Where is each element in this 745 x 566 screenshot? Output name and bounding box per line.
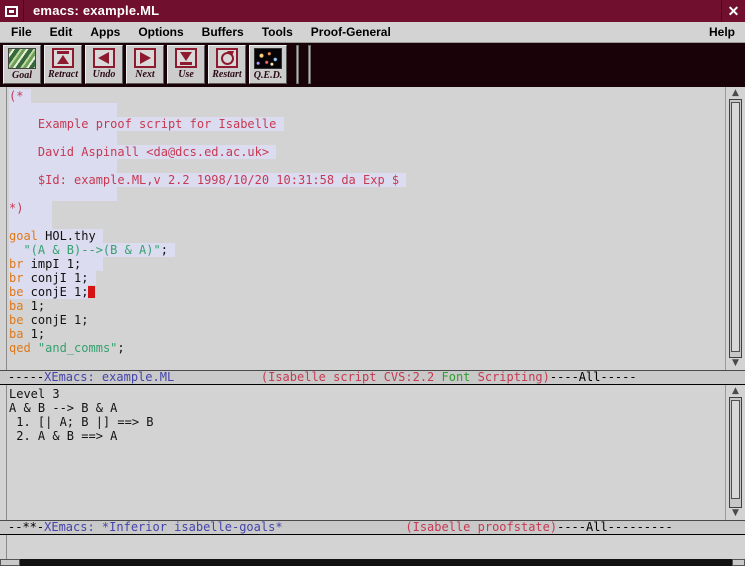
- qed-starry-image-icon: [254, 48, 282, 69]
- toolbar-button-retract[interactable]: Retract: [44, 45, 82, 84]
- script-line[interactable]: [9, 187, 725, 201]
- toolbar-separator: [308, 45, 311, 84]
- next-right-arrow-icon: [134, 48, 156, 68]
- toolbar-button-goal[interactable]: Goal: [3, 45, 41, 84]
- script-line[interactable]: be conjE 1;: [9, 285, 725, 299]
- window-system-menu-icon[interactable]: [0, 0, 24, 22]
- modeline-segment: Font: [442, 370, 471, 384]
- toolbar-button-label: Retract: [48, 69, 78, 81]
- undo-left-arrow-icon: [93, 48, 115, 68]
- goals-line: 2. A & B ==> A: [9, 429, 725, 443]
- toolbar-separator: [296, 45, 299, 84]
- modeline-segment: ----All-----: [550, 370, 637, 384]
- scrollbar-thumb[interactable]: [731, 102, 740, 352]
- toolbar-button-label: Restart: [212, 69, 241, 81]
- window-title: emacs: example.ML: [24, 0, 721, 22]
- menu-item-options[interactable]: Options: [129, 25, 192, 39]
- script-window: (* Example proof script for Isabelle Dav…: [0, 87, 745, 370]
- goals-scrollbar[interactable]: ▲ ▼: [725, 385, 745, 520]
- modeline-script: -----XEmacs: example.ML (Isabelle script…: [0, 370, 745, 385]
- menu-item-tools[interactable]: Tools: [253, 25, 302, 39]
- toolbar-button-restart[interactable]: Restart: [208, 45, 246, 84]
- text-cursor: [88, 286, 95, 298]
- toolbar-button-use[interactable]: Use: [167, 45, 205, 84]
- modeline-segment: -----: [8, 370, 44, 384]
- script-scrollbar[interactable]: ▲ ▼: [725, 87, 745, 370]
- script-line[interactable]: (*: [9, 89, 725, 103]
- resize-grip[interactable]: [0, 559, 20, 566]
- toolbar-button-label: Undo: [93, 69, 116, 81]
- scroll-down-icon[interactable]: ▼: [728, 508, 743, 519]
- menu-item-proof-general[interactable]: Proof-General: [302, 25, 400, 39]
- modeline-segment: [174, 370, 261, 384]
- menu-item-edit[interactable]: Edit: [41, 25, 82, 39]
- toolbar-button-next[interactable]: Next: [126, 45, 164, 84]
- script-line[interactable]: [9, 131, 725, 145]
- script-line[interactable]: David Aspinall <da@dcs.ed.ac.uk>: [9, 145, 725, 159]
- script-line[interactable]: [9, 159, 725, 173]
- menu-item-help[interactable]: Help: [705, 25, 739, 39]
- restart-circle-arrow-icon: [216, 48, 238, 68]
- scroll-down-icon[interactable]: ▼: [728, 358, 743, 369]
- scrollbar-track[interactable]: [729, 99, 742, 358]
- resize-grip[interactable]: [732, 559, 745, 566]
- modeline-segment: XEmacs: *Inferior isabelle-goals*: [44, 520, 282, 534]
- toolbar-button-label: Goal: [12, 70, 32, 82]
- menu-item-file[interactable]: File: [2, 25, 41, 39]
- retract-up-arrow-icon: [52, 48, 74, 68]
- goal-script-image-icon: [8, 48, 36, 69]
- script-line[interactable]: qed "and_comms";: [9, 341, 725, 355]
- toolbar-button-q-e-d[interactable]: Q.E.D.: [249, 45, 287, 84]
- toolbar-button-label: Q.E.D.: [254, 70, 283, 82]
- toolbar-buttons: Goal Retract Undo Next Use Restart Q.E.D.: [3, 45, 287, 84]
- script-line[interactable]: br conjI 1;: [9, 271, 725, 285]
- goals-buffer-text[interactable]: Level 3A & B --> B & A 1. [| A; B |] ==>…: [7, 385, 725, 520]
- left-gutter: [0, 385, 7, 520]
- menu-item-buffers[interactable]: Buffers: [193, 25, 253, 39]
- script-line[interactable]: [9, 103, 725, 117]
- modeline-segment: --**-: [8, 520, 44, 534]
- left-gutter: [0, 87, 7, 370]
- menu-item-apps[interactable]: Apps: [81, 25, 129, 39]
- script-line[interactable]: goal HOL.thy: [9, 229, 725, 243]
- scrollbar-track[interactable]: [729, 397, 742, 508]
- goals-line: Level 3: [9, 387, 725, 401]
- script-line[interactable]: "(A & B)-->(B & A)";: [9, 243, 725, 257]
- script-line[interactable]: [9, 215, 725, 229]
- left-gutter: [0, 535, 7, 559]
- script-line[interactable]: *): [9, 201, 725, 215]
- toolbar-button-undo[interactable]: Undo: [85, 45, 123, 84]
- emacs-frame: emacs: example.ML ✕ FileEditAppsOptionsB…: [0, 0, 745, 566]
- toolbar-button-label: Next: [135, 69, 154, 81]
- toolbar-button-label: Use: [178, 69, 194, 81]
- goals-window: Level 3A & B --> B & A 1. [| A; B |] ==>…: [0, 385, 745, 520]
- modeline-goals: --**-XEmacs: *Inferior isabelle-goals* (…: [0, 520, 745, 535]
- modeline-segment: [283, 520, 406, 534]
- frame-bottom-border: [0, 559, 745, 566]
- script-buffer-text[interactable]: (* Example proof script for Isabelle Dav…: [7, 87, 725, 370]
- modeline-segment: Scripting): [470, 370, 549, 384]
- menubar: FileEditAppsOptionsBuffersToolsProof-Gen…: [0, 22, 745, 43]
- minibuffer[interactable]: [0, 535, 745, 559]
- script-line[interactable]: br impI 1;: [9, 257, 725, 271]
- modeline-segment: ----All---------: [557, 520, 673, 534]
- script-line[interactable]: be conjE 1;: [9, 313, 725, 327]
- script-line[interactable]: ba 1;: [9, 327, 725, 341]
- goals-line: 1. [| A; B |] ==> B: [9, 415, 725, 429]
- modeline-segment: (Isabelle script CVS:2.2: [261, 370, 442, 384]
- menubar-items: FileEditAppsOptionsBuffersToolsProof-Gen…: [2, 25, 400, 39]
- modeline-segment: (Isabelle proofstate): [405, 520, 557, 534]
- scroll-up-icon[interactable]: ▲: [728, 88, 743, 99]
- scrollbar-thumb[interactable]: [731, 400, 740, 499]
- use-down-arrow-icon: [175, 48, 197, 68]
- script-line[interactable]: $Id: example.ML,v 2.2 1998/10/20 10:31:5…: [9, 173, 725, 187]
- window-close-button[interactable]: ✕: [721, 0, 745, 22]
- goals-line: A & B --> B & A: [9, 401, 725, 415]
- proof-general-toolbar: Goal Retract Undo Next Use Restart Q.E.D.: [0, 43, 745, 87]
- script-line[interactable]: ba 1;: [9, 299, 725, 313]
- script-line[interactable]: Example proof script for Isabelle: [9, 117, 725, 131]
- window-titlebar: emacs: example.ML ✕: [0, 0, 745, 22]
- scroll-up-icon[interactable]: ▲: [728, 386, 743, 397]
- modeline-segment: XEmacs: example.ML: [44, 370, 174, 384]
